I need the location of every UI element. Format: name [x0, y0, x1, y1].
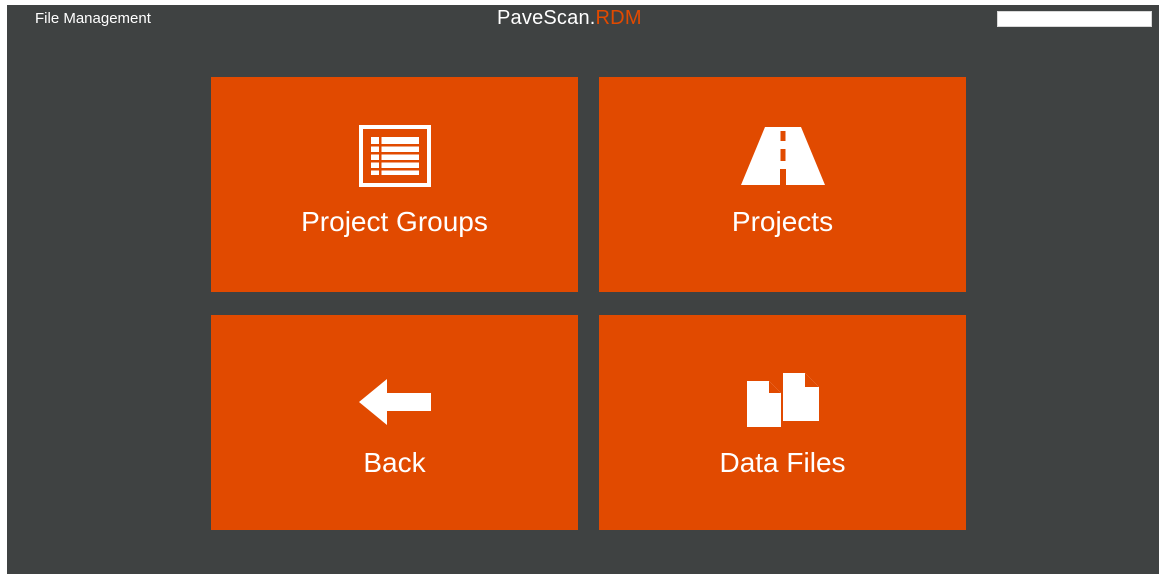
tile-label: Project Groups	[301, 206, 488, 237]
files-icon	[746, 373, 819, 427]
project-groups-tile[interactable]: Project Groups	[211, 77, 578, 292]
back-tile[interactable]: Back	[211, 315, 578, 530]
data-files-tile[interactable]: Data Files	[599, 315, 966, 530]
projects-tile[interactable]: Projects	[599, 77, 966, 292]
search-input[interactable]	[997, 11, 1152, 27]
tile-label: Data Files	[719, 447, 846, 478]
brand-accent: RDM	[595, 7, 642, 29]
road-icon	[740, 127, 825, 185]
tile-label: Projects	[731, 206, 834, 237]
brand-main: PaveScan.	[497, 7, 596, 29]
window-title: File Management	[35, 10, 151, 27]
brand-logo: PaveScan.RDM	[497, 7, 642, 30]
arrow-left-icon	[358, 379, 431, 425]
app-window: File Management PaveScan.RDM Project Gro…	[7, 5, 1159, 574]
tile-label: Back	[363, 447, 426, 478]
list-icon	[358, 125, 431, 187]
